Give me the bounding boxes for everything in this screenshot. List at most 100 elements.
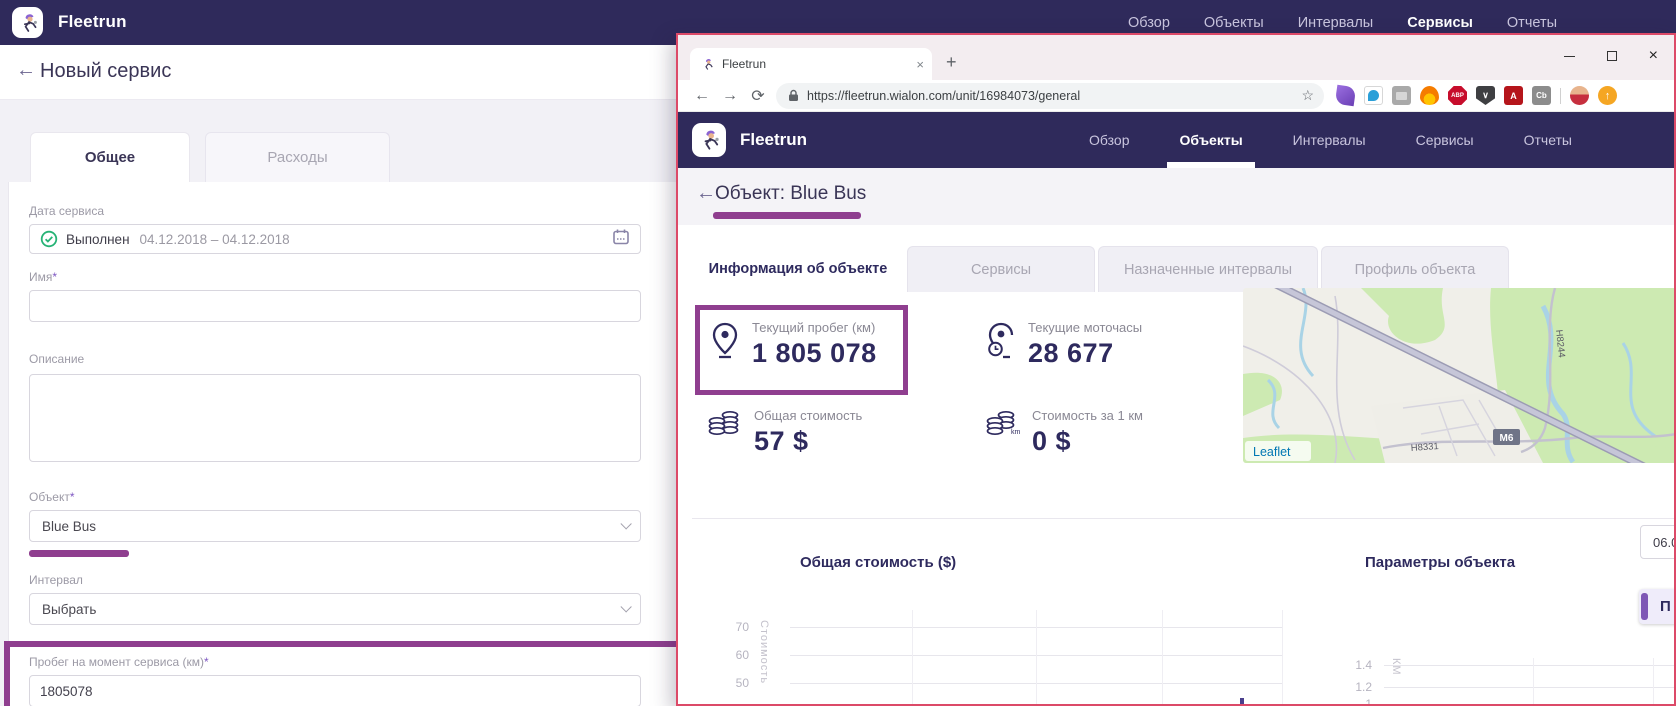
browser-reload-icon[interactable]: ⟳ bbox=[744, 86, 772, 106]
unit-select-value: Blue Bus bbox=[42, 519, 96, 534]
chevron-down-icon bbox=[620, 518, 631, 529]
nav-units[interactable]: Объекты bbox=[1173, 112, 1248, 168]
tab-unit-info[interactable]: Информация об объекте bbox=[692, 246, 904, 292]
screenshot-root: Fleetrun Обзор Объекты Интервалы Сервисы… bbox=[0, 0, 1676, 706]
name-input[interactable] bbox=[29, 290, 641, 322]
date-range-input[interactable]: 06.0 bbox=[1640, 525, 1676, 559]
nav-intervals[interactable]: Интервалы bbox=[1287, 112, 1372, 168]
leaflet-map[interactable]: M6 H8244 H8331 Leaflet bbox=[1243, 288, 1676, 463]
extensions-row: ABP ∨ A Cb ↑ bbox=[1336, 86, 1617, 105]
mileage-legend-button[interactable]: П bbox=[1639, 589, 1676, 624]
url-text: https://fleetrun.wialon.com/unit/1698407… bbox=[807, 89, 1080, 103]
window-minimize-button[interactable] bbox=[1564, 56, 1575, 57]
tab-unit-services[interactable]: Сервисы bbox=[907, 246, 1095, 292]
service-date-field[interactable]: Выполнен 04.12.2018 – 04.12.2018 bbox=[29, 224, 641, 254]
new-tab-button[interactable]: + bbox=[946, 52, 957, 73]
extension-cb-icon[interactable]: Cb bbox=[1532, 86, 1551, 105]
gridline bbox=[1384, 687, 1674, 688]
coins-km-icon: km bbox=[986, 408, 1020, 438]
profile-avatar[interactable] bbox=[1570, 86, 1589, 105]
unit-info-card: Текущий пробег (км) 1 805 078 Текущ bbox=[678, 292, 1674, 704]
gridline bbox=[1653, 658, 1654, 704]
unit-select[interactable]: Blue Bus bbox=[29, 510, 641, 542]
nav-overview[interactable]: Обзор bbox=[1128, 15, 1170, 31]
toolbar-divider bbox=[1560, 88, 1561, 104]
extension-dictionary-icon[interactable]: A bbox=[1504, 86, 1523, 105]
gridline bbox=[1162, 610, 1163, 704]
stat-label: Общая стоимость bbox=[754, 408, 862, 423]
bookmark-star-icon[interactable]: ☆ bbox=[1301, 87, 1314, 104]
calendar-icon[interactable] bbox=[612, 228, 630, 251]
gridline bbox=[912, 610, 913, 704]
status-done: Выполнен bbox=[40, 230, 130, 248]
mileage-input[interactable] bbox=[29, 675, 641, 706]
nav-reports[interactable]: Отчеты bbox=[1507, 15, 1557, 31]
leaflet-attribution[interactable]: Leaflet bbox=[1253, 445, 1291, 459]
interval-select[interactable]: Выбрать bbox=[29, 593, 641, 625]
nav-reports[interactable]: Отчеты bbox=[1518, 112, 1578, 168]
params-chart-title: Параметры объекта bbox=[1365, 554, 1515, 571]
extension-bird-icon[interactable] bbox=[1364, 86, 1383, 105]
required-mark: * bbox=[204, 655, 209, 669]
extension-screenshot-icon[interactable] bbox=[1392, 86, 1411, 105]
extension-feather-icon[interactable] bbox=[1335, 85, 1356, 106]
nav-intervals[interactable]: Интервалы bbox=[1298, 15, 1374, 31]
stat-label: Стоимость за 1 км bbox=[1032, 408, 1143, 423]
coins-icon bbox=[708, 408, 742, 438]
browser-back-icon[interactable]: ← bbox=[688, 87, 716, 105]
site-brand: Fleetrun bbox=[740, 130, 807, 150]
tab-unit-profile[interactable]: Профиль объекта bbox=[1321, 246, 1509, 292]
tab-assigned-intervals[interactable]: Назначенные интервалы bbox=[1098, 246, 1318, 292]
back-arrow-icon[interactable]: ← bbox=[16, 59, 36, 82]
fleetrun-logo-icon bbox=[12, 7, 43, 38]
tab-expenses[interactable]: Расходы bbox=[205, 132, 390, 182]
stat-total-cost: Общая стоимость 57 $ bbox=[708, 408, 862, 457]
svg-text:km: km bbox=[1011, 429, 1020, 436]
unit-subheader: ← Объект: Blue Bus bbox=[678, 168, 1674, 225]
extension-shield-icon[interactable]: ∨ bbox=[1476, 86, 1495, 105]
stat-value: 1 805 078 bbox=[752, 338, 877, 369]
tab-close-icon[interactable]: × bbox=[916, 57, 924, 72]
gridline bbox=[1282, 610, 1283, 704]
browser-titlebar[interactable]: Fleetrun × + × bbox=[678, 35, 1674, 80]
gridline bbox=[1036, 610, 1037, 704]
nav-services[interactable]: Сервисы bbox=[1410, 112, 1480, 168]
site-header: Fleetrun Обзор Объекты Интервалы Сервисы… bbox=[678, 112, 1674, 168]
required-mark: * bbox=[52, 270, 57, 284]
nav-services[interactable]: Сервисы bbox=[1407, 15, 1473, 31]
fleetrun-logo-icon bbox=[692, 123, 726, 157]
site-top-nav: Обзор Объекты Интервалы Сервисы Отчеты bbox=[1083, 112, 1578, 168]
status-text: Выполнен bbox=[66, 232, 130, 247]
description-textarea[interactable] bbox=[29, 374, 641, 462]
stat-cost-per-km: km Стоимость за 1 км 0 $ bbox=[986, 408, 1143, 457]
service-date-range: 04.12.2018 – 04.12.2018 bbox=[140, 232, 290, 247]
stat-engine-hours: Текущие моточасы 28 677 bbox=[986, 320, 1142, 369]
address-bar[interactable]: https://fleetrun.wialon.com/unit/1698407… bbox=[776, 83, 1324, 109]
browser-forward-icon[interactable]: → bbox=[716, 87, 744, 105]
stat-current-mileage: Текущий пробег (км) 1 805 078 bbox=[710, 320, 877, 369]
mileage-label: Пробег на момент сервиса (км)* bbox=[29, 655, 718, 669]
nav-units[interactable]: Объекты bbox=[1204, 15, 1264, 31]
browser-update-icon[interactable]: ↑ bbox=[1598, 86, 1617, 105]
unit-page-title: Объект: Blue Bus bbox=[715, 183, 866, 205]
browser-window: Fleetrun × + × ← → ⟳ bbox=[676, 33, 1676, 706]
interval-select-value: Выбрать bbox=[42, 602, 96, 617]
back-arrow-icon[interactable]: ← bbox=[696, 182, 716, 205]
browser-tab[interactable]: Fleetrun × bbox=[690, 48, 932, 80]
window-close-button[interactable]: × bbox=[1649, 51, 1658, 61]
gridline bbox=[1533, 658, 1534, 704]
gridline bbox=[1384, 704, 1674, 705]
chart-data-point bbox=[1240, 698, 1244, 704]
check-circle-icon bbox=[40, 230, 58, 248]
nav-overview[interactable]: Обзор bbox=[1083, 112, 1135, 168]
stat-value: 28 677 bbox=[1028, 338, 1142, 369]
extension-flame-icon[interactable] bbox=[1420, 86, 1439, 105]
window-maximize-button[interactable] bbox=[1607, 51, 1617, 61]
required-mark: * bbox=[70, 490, 75, 504]
chevron-down-icon bbox=[620, 601, 631, 612]
ytick: 1.4 bbox=[1346, 658, 1372, 672]
stat-value: 57 $ bbox=[754, 426, 862, 457]
ytick: 1.2 bbox=[1346, 680, 1372, 694]
tab-general[interactable]: Общее bbox=[30, 132, 190, 182]
extension-adblock-icon[interactable]: ABP bbox=[1448, 86, 1467, 105]
